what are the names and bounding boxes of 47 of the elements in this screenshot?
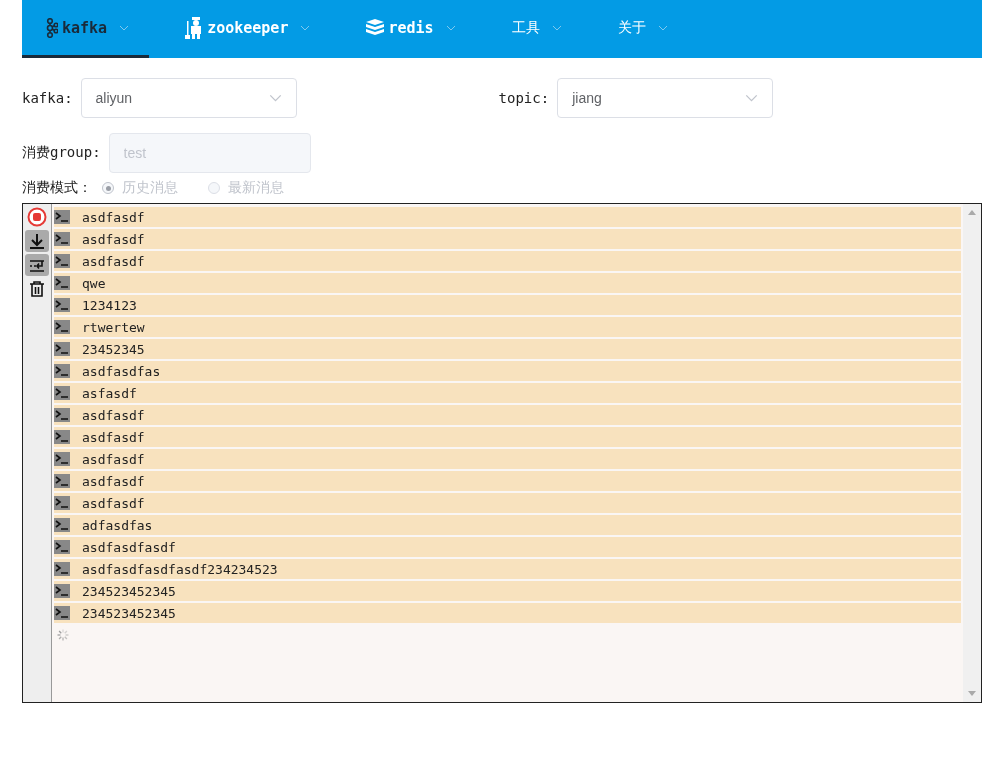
- caret-icon: [300, 24, 311, 31]
- terminal-prompt-icon: [54, 364, 70, 378]
- terminal-prompt-icon: [54, 232, 70, 246]
- terminal-prompt-icon: [54, 496, 70, 510]
- keeper-figure-icon: [185, 16, 204, 39]
- node-cluster-icon: [46, 17, 58, 38]
- nav-tab[interactable]: zookeeper: [161, 0, 331, 58]
- terminal-prompt-icon: [54, 562, 70, 576]
- terminal-prompt-icon: [54, 298, 70, 312]
- topic-select[interactable]: jiang: [557, 78, 774, 118]
- terminal-prompt-icon: [54, 342, 70, 356]
- wrap-button[interactable]: [25, 254, 49, 276]
- terminal-prompt-icon: [54, 584, 70, 598]
- kafka-select[interactable]: aliyun: [80, 78, 297, 118]
- field-label: 消费模式：: [22, 179, 92, 197]
- terminal-prompt-icon: [54, 606, 70, 620]
- nav-tab[interactable]: redis: [342, 0, 476, 58]
- nav-tab[interactable]: 工具: [487, 0, 582, 58]
- terminal-prompt-icon: [54, 518, 70, 532]
- terminal-prompt-icon: [54, 320, 70, 334]
- caret-icon: [657, 24, 668, 31]
- terminal-prompt-icon: [54, 386, 70, 400]
- terminal-prompt-icon: [54, 540, 70, 554]
- nav-tab[interactable]: 关于: [593, 0, 688, 58]
- caret-icon: [551, 24, 562, 31]
- caret-icon: [119, 24, 130, 31]
- terminal-prompt-icon: [54, 210, 70, 224]
- trash-icon: [27, 279, 47, 299]
- caret-icon: [745, 94, 759, 102]
- field-label: 消费group:: [22, 144, 101, 162]
- arrow-down-bar-icon: [27, 231, 47, 251]
- caret-icon: [268, 94, 282, 102]
- caret-icon: [445, 24, 456, 31]
- scroll-button[interactable]: [25, 230, 49, 252]
- nav-tab[interactable]: kafka: [22, 0, 150, 58]
- terminal-prompt-icon: [54, 254, 70, 268]
- field-label: topic:: [498, 90, 550, 106]
- stop-circle-icon: [27, 207, 47, 227]
- terminal-prompt-icon: [54, 474, 70, 488]
- terminal-prompt-icon: [54, 430, 70, 444]
- terminal-prompt-icon: [54, 452, 70, 466]
- scrollbar[interactable]: [963, 204, 981, 702]
- terminal-prompt-icon: [54, 276, 70, 290]
- stop-button[interactable]: [25, 206, 49, 228]
- terminal-prompt-icon: [54, 408, 70, 422]
- stacked-cubes-icon: [366, 18, 385, 37]
- field-label: kafka:: [22, 90, 73, 106]
